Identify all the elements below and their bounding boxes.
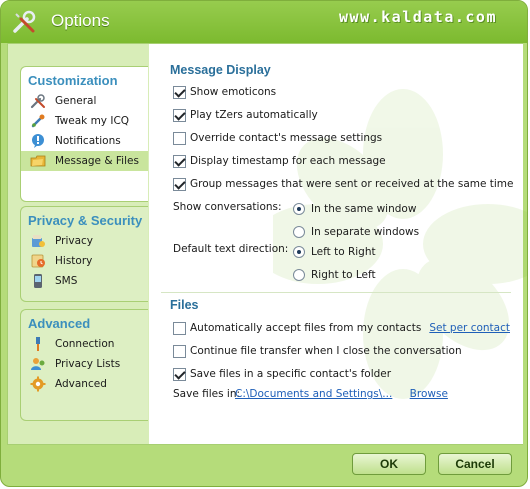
sidebar-item-tweak-my-icq[interactable]: Tweak my ICQ (21, 111, 148, 131)
group-title-customization: Customization (28, 73, 118, 88)
privacy-lists-icon (31, 358, 45, 370)
set-per-contact-link[interactable]: Set per contact (429, 322, 510, 334)
advanced-gear-icon (30, 376, 46, 392)
group-title-privacy-security: Privacy & Security (28, 213, 143, 228)
radio-label: In separate windows (311, 226, 420, 238)
sidebar-item-message-files[interactable]: Message & Files (21, 151, 148, 171)
left-to-right-radio[interactable]: Left to Right (293, 244, 376, 260)
sidebar-item-label: Tweak my ICQ (55, 115, 130, 127)
section-divider (161, 292, 511, 293)
options-window: Options www.kaldata.com Customization Ge… (0, 0, 528, 487)
radio-button[interactable] (293, 269, 305, 281)
wrench-screwdriver-icon (13, 10, 36, 33)
sidebar-item-label: Notifications (55, 135, 121, 147)
override-settings-checkbox[interactable]: Override contact's message settings (173, 130, 382, 146)
sidebar: Customization General Tweak my ICQ Notif… (8, 44, 149, 444)
sidebar-item-privacy-lists[interactable]: Privacy Lists (21, 354, 148, 374)
checkbox-box[interactable] (173, 367, 186, 381)
sidebar-item-label: Privacy (55, 235, 94, 247)
ok-button[interactable]: OK (352, 453, 426, 475)
sidebar-item-privacy[interactable]: Privacy (21, 231, 148, 251)
play-tzers-checkbox[interactable]: Play tZers automatically (173, 107, 318, 123)
auto-accept-files-checkbox[interactable]: Automatically accept files from my conta… (173, 320, 510, 336)
checkbox-label: Automatically accept files from my conta… (190, 322, 422, 334)
options-body: Customization General Tweak my ICQ Notif… (7, 43, 527, 445)
save-path-link[interactable]: C:\Documents and Settings\... (235, 388, 392, 400)
sidebar-item-notifications[interactable]: Notifications (21, 131, 148, 151)
sidebar-item-label: Privacy Lists (55, 358, 121, 370)
checkbox-label: Play tZers automatically (190, 109, 318, 121)
group-title-advanced: Advanced (28, 316, 91, 331)
checkbox-label: Continue file transfer when I close the … (190, 345, 462, 357)
checkbox-label: Override contact's message settings (190, 132, 383, 144)
checkbox-box[interactable] (173, 177, 186, 191)
connection-plug-icon (36, 337, 40, 351)
sidebar-item-sms[interactable]: SMS (21, 271, 148, 291)
sidebar-item-label: Advanced (55, 378, 107, 390)
checkbox-label: Save files in a specific contact's folde… (190, 368, 392, 380)
checkbox-label: Show emoticons (190, 86, 277, 98)
window-title: Options (51, 11, 110, 30)
sidebar-item-advanced[interactable]: Advanced (21, 374, 148, 394)
browse-link[interactable]: Browse (410, 388, 448, 400)
show-conversations-label: Show conversations: (173, 201, 282, 213)
radio-label: Right to Left (311, 269, 376, 281)
dialog-footer: OK Cancel (1, 445, 527, 486)
separate-windows-radio[interactable]: In separate windows (293, 224, 419, 240)
section-title-message-display: Message Display (170, 63, 271, 77)
same-window-radio[interactable]: In the same window (293, 201, 416, 217)
group-advanced: Advanced Connection Privacy Lists Advanc… (20, 309, 148, 421)
sidebar-item-label: History (55, 255, 93, 267)
sidebar-item-label: Connection (55, 338, 115, 350)
save-files-in-label: Save files in: (173, 388, 241, 400)
sidebar-item-general[interactable]: General (21, 91, 148, 111)
radio-button[interactable] (293, 203, 305, 215)
group-privacy-security: Privacy & Security Privacy History SMS (20, 206, 148, 302)
sms-phone-icon (34, 274, 42, 288)
text-direction-label: Default text direction: (173, 243, 289, 255)
section-title-files: Files (170, 298, 199, 312)
sidebar-item-label: Message & Files (55, 155, 139, 167)
notification-bubble-icon (32, 134, 44, 148)
radio-button[interactable] (293, 246, 305, 258)
checkbox-box[interactable] (173, 154, 186, 168)
settings-panel: Message Display Show emoticons Play tZer… (149, 44, 527, 444)
radio-label: In the same window (311, 203, 417, 215)
continue-transfer-checkbox[interactable]: Continue file transfer when I close the … (173, 343, 462, 359)
checkbox-box[interactable] (173, 344, 186, 358)
watermark-text: www.kaldata.com (339, 8, 497, 26)
history-icon (31, 254, 45, 268)
privacy-lock-icon (32, 235, 45, 247)
checkbox-box[interactable] (173, 85, 186, 99)
sidebar-item-label: SMS (55, 275, 78, 287)
tweak-icon (31, 114, 45, 128)
checkbox-box[interactable] (173, 131, 186, 145)
display-timestamp-checkbox[interactable]: Display timestamp for each message (173, 153, 386, 169)
checkbox-label: Group messages that were sent or receive… (190, 178, 514, 190)
save-path-row: C:\Documents and Settings\... Browse (235, 388, 448, 400)
right-to-left-radio[interactable]: Right to Left (293, 267, 376, 283)
checkbox-label: Display timestamp for each message (190, 155, 386, 167)
sidebar-item-connection[interactable]: Connection (21, 334, 148, 354)
cancel-button[interactable]: Cancel (438, 453, 512, 475)
title-bar[interactable]: Options www.kaldata.com (1, 1, 527, 43)
sidebar-item-history[interactable]: History (21, 251, 148, 271)
radio-label: Left to Right (311, 246, 376, 258)
show-emoticons-checkbox[interactable]: Show emoticons (173, 84, 276, 100)
group-customization: Customization General Tweak my ICQ Notif… (20, 66, 148, 202)
save-contact-folder-checkbox[interactable]: Save files in a specific contact's folde… (173, 366, 391, 382)
group-messages-checkbox[interactable]: Group messages that were sent or receive… (173, 176, 514, 192)
radio-button[interactable] (293, 226, 305, 238)
message-folder-icon (30, 155, 46, 167)
checkbox-box[interactable] (173, 108, 186, 122)
checkbox-box[interactable] (173, 321, 186, 335)
sidebar-item-label: General (55, 95, 97, 107)
wrench-screwdriver-icon (30, 94, 45, 109)
